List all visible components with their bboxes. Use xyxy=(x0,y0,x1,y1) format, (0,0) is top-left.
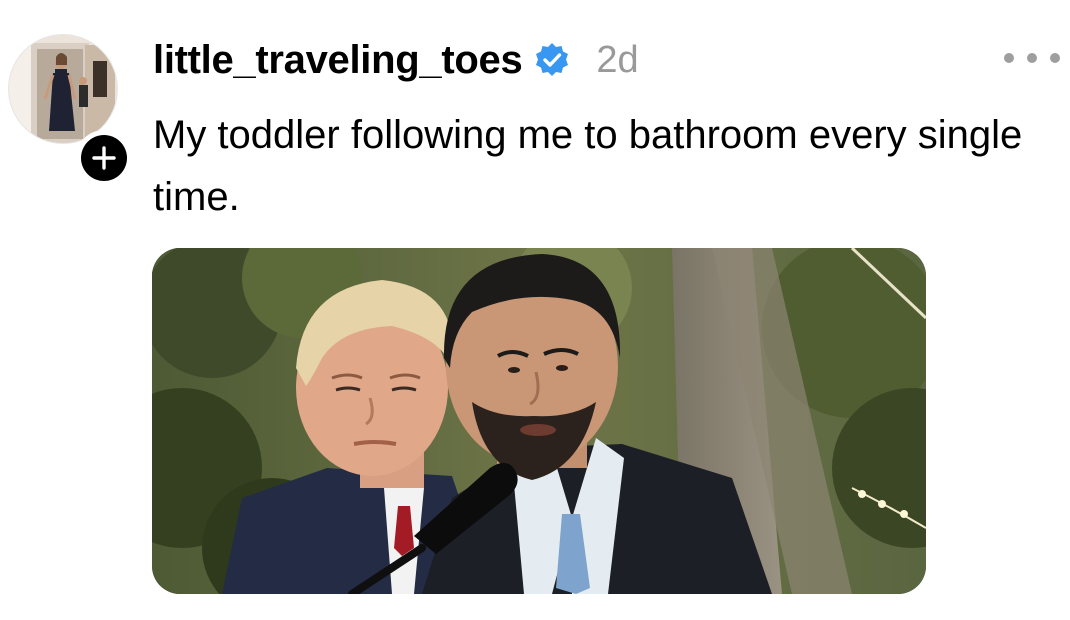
username[interactable]: little_traveling_toes xyxy=(153,38,523,83)
more-horizontal-icon-dot xyxy=(1004,53,1014,63)
post-header: little_traveling_toes 2d xyxy=(153,34,639,86)
more-horizontal-icon-dot xyxy=(1027,53,1037,63)
post-timestamp: 2d xyxy=(596,38,639,81)
post-caption: My toddler following me to bathroom ever… xyxy=(153,113,1023,219)
follow-button[interactable] xyxy=(76,130,132,186)
more-options-button[interactable] xyxy=(1004,48,1060,68)
avatar-container[interactable] xyxy=(8,34,132,186)
more-horizontal-icon-dot xyxy=(1050,53,1060,63)
avatar-image xyxy=(9,35,117,143)
avatar[interactable] xyxy=(8,34,118,144)
follow-button-circle xyxy=(81,135,127,181)
media-photo xyxy=(152,248,926,594)
verified-badge-icon xyxy=(534,42,570,78)
post-media-image[interactable] xyxy=(152,248,926,594)
plus-icon xyxy=(92,146,116,170)
post-card: little_traveling_toes 2d My toddler foll… xyxy=(0,0,1070,620)
